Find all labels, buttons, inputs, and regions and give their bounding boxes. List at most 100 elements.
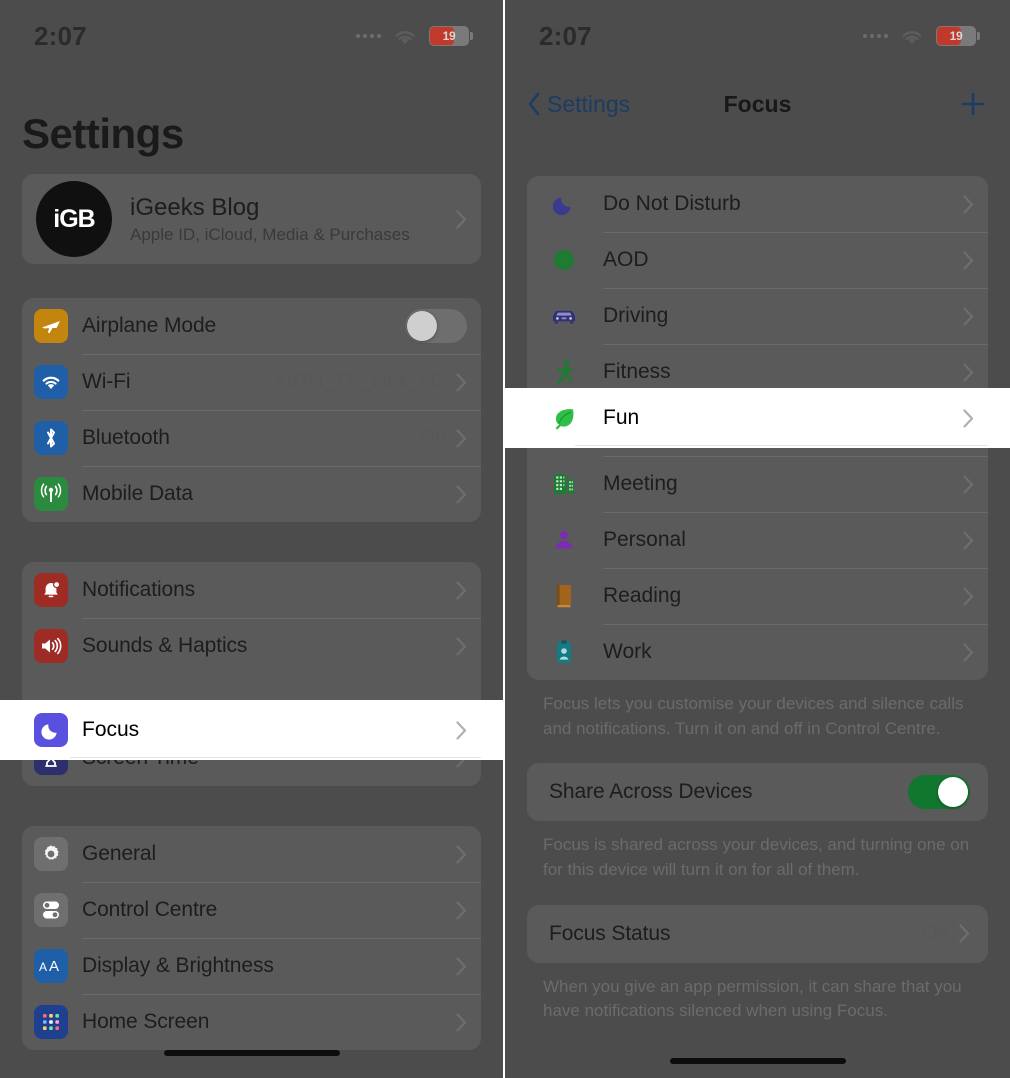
apple-id-card: iGB iGeeks Blog Apple ID, iCloud, Media …: [22, 174, 481, 264]
antenna-icon: [34, 477, 68, 511]
chevron-right-icon: [963, 362, 974, 382]
app-grid-icon: [34, 1005, 68, 1039]
chevron-right-icon: [963, 586, 974, 606]
focus-row-do-not-disturb[interactable]: Do Not Disturb: [527, 176, 988, 232]
person-icon: [547, 525, 581, 555]
settings-row-general[interactable]: General: [22, 826, 481, 882]
settings-row-bluetooth[interactable]: Bluetooth On: [22, 410, 481, 466]
gear-icon: [34, 837, 68, 871]
back-button[interactable]: Settings: [527, 91, 630, 118]
cellular-dots-icon: [863, 34, 888, 38]
settings-row-home-screen[interactable]: Home Screen: [22, 994, 481, 1050]
two-phone-screenshot: 2:07 19 Settings iGB iGeeks Blog Apple I…: [0, 0, 1010, 1078]
settings-row-focus-highlighted[interactable]: Focus: [0, 700, 503, 760]
settings-row-wifi[interactable]: Wi-Fi AirTel_TP_Link_5G: [22, 354, 481, 410]
chevron-right-icon: [963, 194, 974, 214]
apple-id-name: iGeeks Blog: [130, 193, 260, 221]
focus-row-label: Driving: [603, 304, 669, 327]
wifi-icon: [902, 31, 922, 45]
focus-row-label: Personal: [603, 528, 686, 551]
focus-row-driving[interactable]: Driving: [527, 288, 988, 344]
left-phone-settings-screen: 2:07 19 Settings iGB iGeeks Blog Apple I…: [0, 0, 505, 1078]
share-across-devices-toggle[interactable]: [908, 775, 970, 810]
running-person-icon: [547, 357, 581, 387]
status-bar: 2:07 19: [0, 0, 503, 72]
focus-status-row[interactable]: Focus Status On: [527, 905, 988, 963]
focus-row-label: Fitness: [603, 360, 671, 383]
focus-row-label: Do Not Disturb: [603, 192, 741, 215]
status-footnote: When you give an app permission, it can …: [543, 976, 962, 1021]
chevron-right-icon: [963, 642, 974, 662]
settings-row-label: Mobile Data: [82, 482, 193, 505]
settings-row-label: Airplane Mode: [82, 314, 217, 337]
status-bar-time: 2:07: [539, 20, 592, 51]
bluetooth-icon: [34, 421, 68, 455]
apple-id-subtitle: Apple ID, iCloud, Media & Purchases: [130, 224, 410, 244]
sliders-icon: [34, 893, 68, 927]
settings-row-display-brightness[interactable]: A A Display & Brightness: [22, 938, 481, 994]
bell-icon: [34, 573, 68, 607]
cellular-dots-icon: [356, 34, 381, 38]
speaker-icon: [34, 629, 68, 663]
focus-row-reading[interactable]: Reading: [527, 568, 988, 624]
battery-percent-label: 19: [949, 29, 963, 43]
chevron-right-icon: [456, 209, 467, 229]
focus-row-personal[interactable]: Personal: [527, 512, 988, 568]
wifi-icon: [34, 365, 68, 399]
plus-icon[interactable]: [958, 89, 988, 119]
wifi-network-value: AirTel_TP_Link_5G: [273, 370, 446, 393]
battery-percent-label: 19: [442, 29, 456, 43]
focus-row-label: Fun: [603, 406, 640, 429]
settings-row-label: General: [82, 842, 157, 865]
text-size-icon: A A: [34, 949, 68, 983]
page-title: Settings: [22, 110, 184, 157]
settings-row-label: Control Centre: [82, 898, 218, 921]
focus-row-label: Reading: [603, 584, 682, 607]
chevron-right-icon: [963, 474, 974, 494]
back-button-label: Settings: [547, 90, 631, 117]
chevron-right-icon: [456, 428, 467, 448]
chevron-right-icon: [963, 408, 974, 428]
chevron-right-icon: [456, 484, 467, 504]
buildings-icon: [547, 469, 581, 499]
share-across-devices-row[interactable]: Share Across Devices: [527, 763, 988, 821]
bluetooth-state-value: On: [419, 426, 446, 449]
status-bar-indicators: 19: [356, 26, 473, 46]
chevron-right-icon: [963, 306, 974, 326]
settings-row-label: Home Screen: [82, 1010, 210, 1033]
focus-footnote: Focus lets you customise your devices an…: [543, 694, 964, 738]
chevron-right-icon: [456, 636, 467, 656]
svg-text:A: A: [49, 958, 59, 974]
home-indicator: [163, 1050, 340, 1056]
focus-row-fun-highlighted[interactable]: Fun: [505, 388, 1010, 448]
id-badge-icon: [547, 637, 581, 667]
focus-status-value: On: [922, 922, 949, 945]
chevron-right-icon: [456, 844, 467, 864]
share-across-devices-label: Share Across Devices: [549, 780, 753, 804]
settings-row-label: Display & Brightness: [82, 954, 274, 977]
focus-row-label: AOD: [603, 248, 649, 271]
avatar: iGB: [36, 181, 112, 257]
connectivity-card: Airplane Mode Wi-Fi AirTel_TP_Link_5G Bl…: [22, 298, 481, 522]
focus-status-card: Focus Status On: [527, 904, 988, 963]
settings-row-control-centre[interactable]: Control Centre: [22, 882, 481, 938]
settings-row-sounds-haptics[interactable]: Sounds & Haptics: [22, 618, 481, 674]
settings-row-mobile-data[interactable]: Mobile Data: [22, 466, 481, 522]
chevron-right-icon: [456, 956, 467, 976]
status-bar: 2:07 19: [505, 0, 1010, 72]
settings-row-label: Bluetooth: [82, 426, 170, 449]
chevron-right-icon: [963, 530, 974, 550]
settings-row-notifications[interactable]: Notifications: [22, 562, 481, 618]
settings-row-airplane-mode[interactable]: Airplane Mode: [22, 298, 481, 354]
airplane-mode-toggle[interactable]: [405, 309, 467, 343]
share-footnote: Focus is shared across your devices, and…: [543, 835, 970, 879]
book-icon: [547, 581, 581, 611]
focus-row-aod[interactable]: AOD: [527, 232, 988, 288]
focus-row-work[interactable]: Work: [527, 624, 988, 680]
focus-row-meeting[interactable]: Meeting: [527, 456, 988, 512]
navigation-bar: Settings Focus: [505, 72, 1010, 136]
apple-id-row[interactable]: iGB iGeeks Blog Apple ID, iCloud, Media …: [22, 174, 481, 264]
settings-row-label: Wi-Fi: [82, 370, 131, 393]
share-across-devices-card: Share Across Devices: [527, 763, 988, 822]
leaf-icon: [547, 403, 581, 433]
